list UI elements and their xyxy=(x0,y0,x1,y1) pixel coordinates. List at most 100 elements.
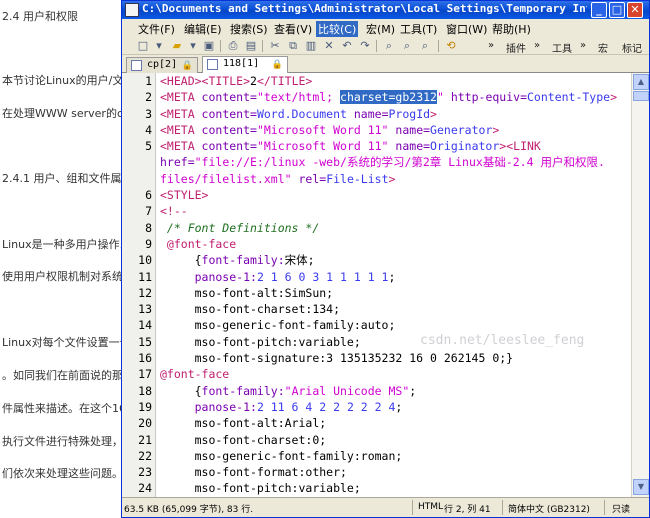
redo-icon[interactable]: ↷ xyxy=(358,39,372,53)
dropdown-arrow-icon[interactable]: ▾ xyxy=(186,39,200,53)
code-text: <!-- xyxy=(160,203,188,219)
bg-line: 本节讨论Linux的用户/文件 xyxy=(2,74,135,87)
code-line[interactable]: 22 mso-generic-font-family:roman; xyxy=(122,448,631,464)
code-line[interactable]: 16 mso-font-signature:3 135135232 16 0 2… xyxy=(122,350,631,366)
minimize-button[interactable]: _ xyxy=(591,2,607,18)
new-file-icon[interactable]: □ xyxy=(136,39,150,53)
code-line[interactable]: 8 /* Font Definitions */ xyxy=(122,220,631,236)
code-token: <!-- xyxy=(160,204,188,219)
toolbar-overflow-icon[interactable]: » xyxy=(534,40,540,51)
code-token: <META xyxy=(160,106,202,121)
code-line[interactable]: 21 mso-font-charset:0; xyxy=(122,432,631,448)
status-bar: 63.5 KB (65,099 字节), 83 行. HTML 行 2, 列 4… xyxy=(122,497,649,517)
code-line[interactable]: 11 panose-1:2 1 6 0 3 1 1 1 1 1; xyxy=(122,269,631,285)
tools-label[interactable]: 工具 xyxy=(552,40,572,55)
code-line[interactable]: 5 <META content="Microsoft Word 11" name=… xyxy=(122,138,631,154)
bookmark-label[interactable]: 标记 xyxy=(622,40,642,55)
code-token: mso-generic-font-family:auto; xyxy=(160,318,396,333)
window-title: C:\Documents and Settings\Administrator\… xyxy=(142,2,587,15)
code-text: mso-font-alt:Arial; xyxy=(160,415,327,431)
find-prev-icon[interactable]: ⌕ xyxy=(418,39,432,53)
code-line[interactable]: 20 mso-font-alt:Arial; xyxy=(122,415,631,431)
tab-bar: cp[2] 🔒 118[1] 🔒 xyxy=(122,56,649,73)
save-icon[interactable]: ▣ xyxy=(202,39,216,53)
code-token: <STYLE> xyxy=(160,188,209,203)
line-number: 3 xyxy=(145,106,152,121)
code-line[interactable]: 12 mso-font-alt:SimSun; xyxy=(122,285,631,301)
cut-icon[interactable]: ✂ xyxy=(268,39,282,53)
undo-icon[interactable]: ↶ xyxy=(340,39,354,53)
print-preview-icon[interactable]: ▤ xyxy=(244,39,258,53)
maximize-button[interactable]: □ xyxy=(609,2,625,18)
copy-icon[interactable]: ⧉ xyxy=(286,39,300,53)
code-line[interactable]: 17 @font-face xyxy=(122,366,631,382)
code-line[interactable]: 14 mso-generic-font-family:auto; xyxy=(122,317,631,333)
menu-tools[interactable]: 工具(T) xyxy=(400,21,437,37)
dropdown-arrow-icon[interactable]: ▾ xyxy=(152,39,166,53)
status-language: HTML xyxy=(418,502,444,512)
code-line[interactable]: 2 <META content="text/html; charset=gb231… xyxy=(122,89,631,105)
app-icon[interactable] xyxy=(125,3,139,17)
menu-window[interactable]: 窗口(W) xyxy=(446,21,487,37)
close-button[interactable]: ✕ xyxy=(627,2,643,18)
find-icon[interactable]: ⌕ xyxy=(382,39,396,53)
menu-edit[interactable]: 编辑(E) xyxy=(184,21,222,37)
line-number: 7 xyxy=(145,204,152,219)
code-line[interactable]: 1 <HEAD><TITLE>2</TITLE> xyxy=(122,73,631,89)
scroll-down-button[interactable]: ▼ xyxy=(633,479,649,495)
scroll-thumb[interactable] xyxy=(633,91,649,101)
toolbar: □ ▾ ▰ ▾ ▣ ⎙ ▤ ✂ ⧉ ▥ ✕ ↶ ↷ ⌕ ⌕ ⌕ ⟲ » 插件 »… xyxy=(122,37,649,55)
code-line[interactable]: 19 panose-1:2 11 6 4 2 2 2 2 2 4; xyxy=(122,399,631,415)
toolbar-overflow-icon[interactable]: » xyxy=(580,40,586,51)
line-number: 17 xyxy=(138,367,152,382)
code-line[interactable]: 7 <!-- xyxy=(122,203,631,219)
line-number: 2 xyxy=(145,90,152,105)
code-text: mso-font-charset:0; xyxy=(160,432,327,448)
status-file-size: 63.5 KB (65,099 字节), 83 行. xyxy=(124,505,254,515)
code-line[interactable]: 4 <META content="Microsoft Word 11" name=… xyxy=(122,122,631,138)
print-icon[interactable]: ⎙ xyxy=(226,39,240,53)
code-line[interactable]: 24 mso-font-pitch:variable; xyxy=(122,480,631,496)
code-token: panose-1: xyxy=(160,399,257,414)
code-line[interactable]: 9 @font-face xyxy=(122,236,631,252)
vertical-scrollbar[interactable]: ▲ ▼ xyxy=(631,73,649,497)
code-line[interactable]: 3 <META content=Word.Document name=ProgId… xyxy=(122,106,631,122)
code-line[interactable]: href="file://E:/linux -web/系统的学习/第2章 Lin… xyxy=(122,154,631,170)
toolbar-overflow-icon[interactable]: » xyxy=(488,40,494,51)
status-position: 行 2, 列 41 xyxy=(444,505,491,515)
menu-compare[interactable]: 比较(C) xyxy=(316,21,359,37)
code-token: mso-font-format:other; xyxy=(160,465,347,480)
menu-file[interactable]: 文件(F) xyxy=(138,21,175,37)
scroll-up-button[interactable]: ▲ xyxy=(633,74,649,90)
code-token: File-List xyxy=(326,171,389,186)
find-next-icon[interactable]: ⌕ xyxy=(400,39,414,53)
menu-view[interactable]: 查看(V) xyxy=(274,21,312,37)
replace-icon[interactable]: ⟲ xyxy=(444,39,458,53)
code-token: @font-face xyxy=(160,236,237,251)
code-editor[interactable]: 1 <HEAD><TITLE>2</TITLE> 2 <META content="t… xyxy=(122,73,631,497)
code-line[interactable]: files/filelist.xml" rel=File-List> xyxy=(122,171,631,187)
tab-118[interactable]: 118[1] 🔒 xyxy=(202,56,288,73)
menu-help[interactable]: 帮助(H) xyxy=(492,21,531,37)
plugin-label[interactable]: 插件 xyxy=(506,40,526,55)
code-text: <STYLE> xyxy=(160,187,208,203)
delete-icon[interactable]: ✕ xyxy=(322,39,336,53)
code-line[interactable]: 6 <STYLE> xyxy=(122,187,631,203)
code-line[interactable]: 10 {font-family:宋体; xyxy=(122,252,631,268)
title-bar[interactable]: C:\Documents and Settings\Administrator\… xyxy=(122,1,649,19)
macro-label[interactable]: 宏 xyxy=(598,40,608,55)
code-token: content= xyxy=(201,90,257,105)
code-line[interactable]: 13 mso-font-charset:134; xyxy=(122,301,631,317)
code-token: font-family: xyxy=(201,383,285,398)
code-token: > xyxy=(492,122,500,137)
code-line[interactable]: 18 {font-family:"Arial Unicode MS"; xyxy=(122,383,631,399)
menu-macro[interactable]: 宏(M) xyxy=(366,21,395,37)
code-text: panose-1:2 1 6 0 3 1 1 1 1 1; xyxy=(160,269,396,285)
paste-icon[interactable]: ▥ xyxy=(304,39,318,53)
menu-search[interactable]: 搜索(S) xyxy=(230,21,268,37)
tab-cp2[interactable]: cp[2] 🔒 xyxy=(126,57,198,73)
code-token: "file://E:/linux -web/系统的学习/第2章 Linux基础-… xyxy=(194,155,605,170)
open-folder-icon[interactable]: ▰ xyxy=(170,39,184,53)
status-separator xyxy=(502,500,503,515)
code-line[interactable]: 23 mso-font-format:other; xyxy=(122,464,631,480)
